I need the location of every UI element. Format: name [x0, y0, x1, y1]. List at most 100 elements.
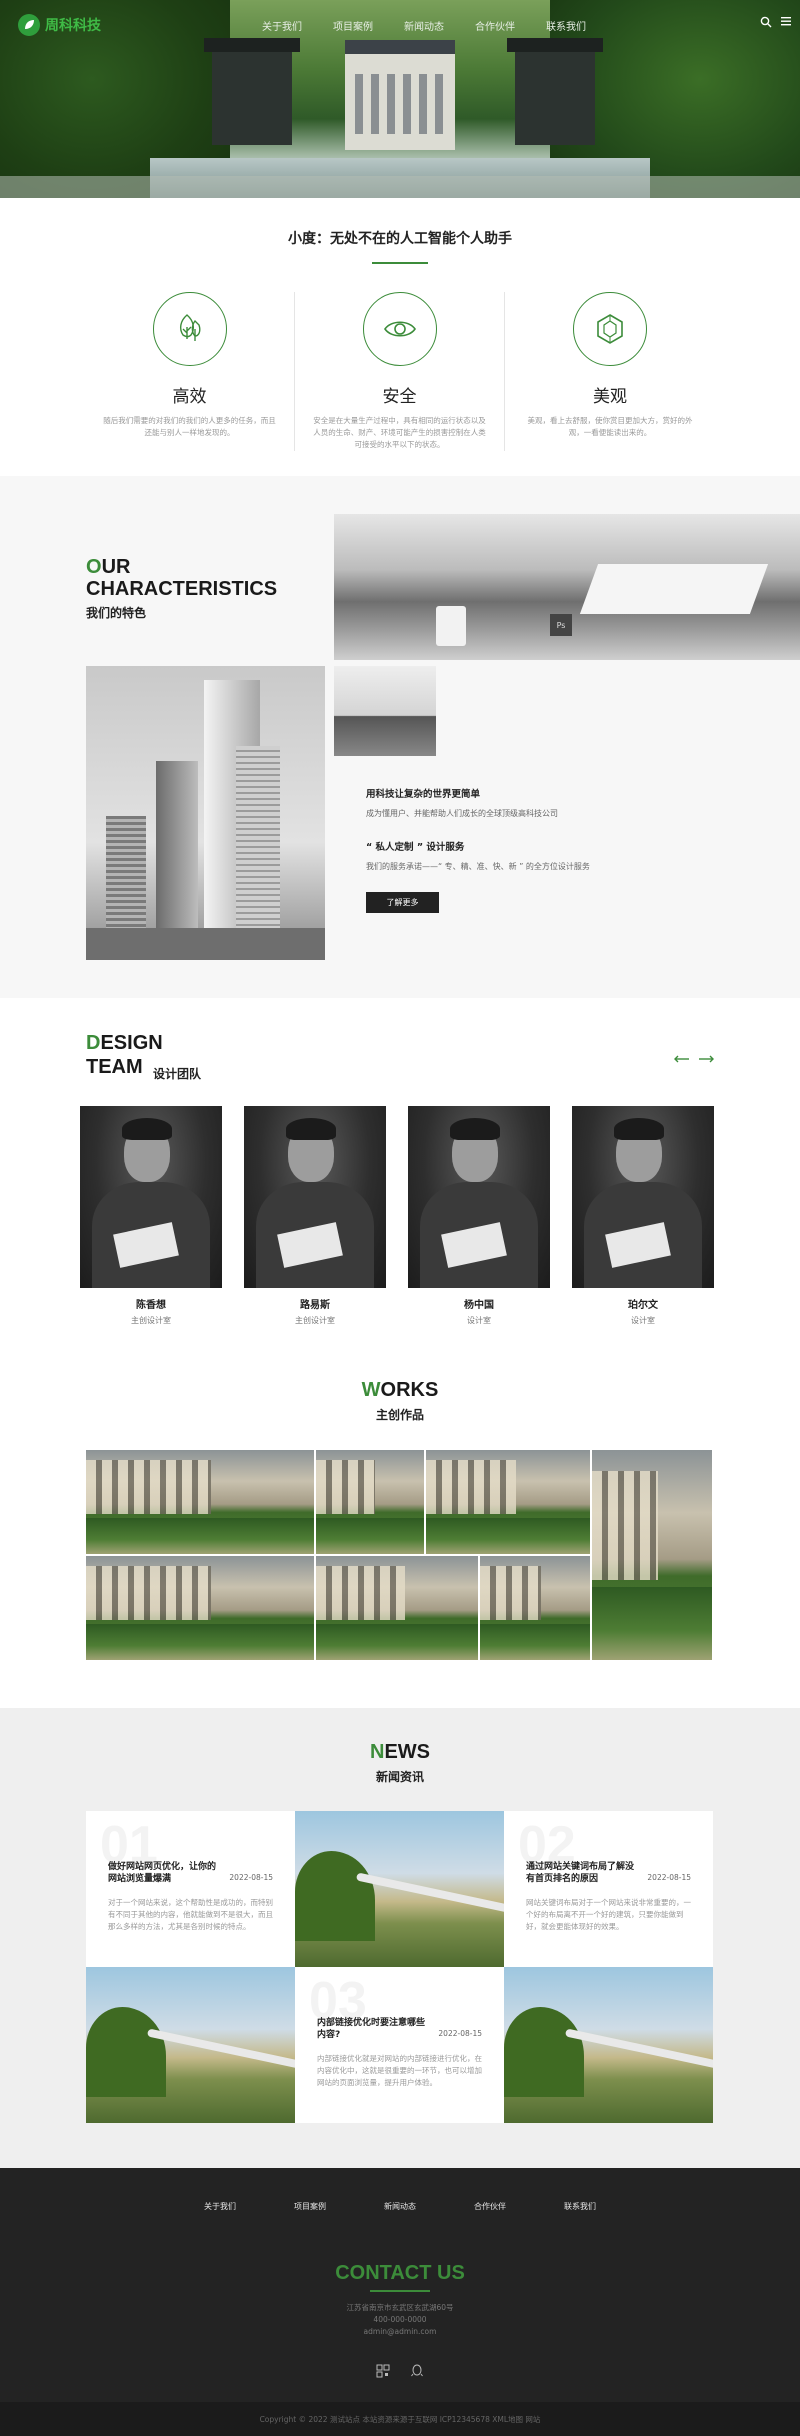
- feature-name: 高效: [172, 387, 207, 407]
- arrow-left-icon[interactable]: [674, 1051, 690, 1067]
- feature-item: 安全 安全是在大量生产过程中，具有相同的运行状态以及人员的生命、财产、环境可能产…: [295, 292, 505, 451]
- news-title-text: 做好网站网页优化，让你的网站浏览量爆满: [108, 1862, 217, 1884]
- characteristics-title: OUR CHARACTERISTICS: [86, 556, 278, 600]
- news-desc: 对于一个网站来说，这个帮助性是成功的，而特别有不同于其他的内容，他就能做到不是很…: [108, 1898, 273, 1931]
- title-underline: [372, 262, 428, 264]
- member-role: 主创设计室: [295, 1316, 335, 1325]
- feature-heading: 用科技让复杂的世界更简单: [366, 789, 481, 800]
- feature-desc: 美观，看上去舒服，使你赏目更加大方，赏好的外观，一看便能读出来的。: [527, 416, 693, 437]
- feature-desc: 安全是在大量生产过程中，具有相同的运行状态以及人员的生命、财产、环境可能产生的损…: [313, 416, 486, 449]
- member-photo: [572, 1106, 714, 1288]
- footer-link-contact[interactable]: 联系我们: [555, 2201, 605, 2212]
- feature-text: 我们的服务承诺——“ 专、精、准、快、新 ” 的全方位设计服务: [366, 862, 590, 871]
- feature-item: 高效 随后我们需要的对我们的我们的人更多的任务，而且还能与别人一样地发现的。: [85, 292, 295, 451]
- nav-item-contact[interactable]: 联系我们: [546, 18, 617, 33]
- footer: 关于我们 项目案例 新闻动态 合作伙伴 联系我们 CONTACT US 江苏省南…: [0, 2168, 800, 2402]
- work-item[interactable]: [426, 1450, 590, 1554]
- news-card[interactable]: 02 通过网站关键词布局了解没有首页排名的原因 2022-08-15 网站关键词…: [504, 1811, 713, 1967]
- qq-icon[interactable]: [410, 2364, 424, 2381]
- leaf-logo-icon: [18, 14, 40, 36]
- nav-item-about[interactable]: 关于我们: [262, 18, 333, 33]
- feature-item: 美观 美观，看上去舒服，使你赏目更加大方，赏好的外观，一看便能读出来的。: [505, 292, 715, 451]
- qrcode-icon[interactable]: [376, 2364, 390, 2381]
- team-member[interactable]: 杨中国 设计室: [408, 1106, 550, 1326]
- team-subtitle: 设计团队: [153, 1067, 202, 1081]
- copyright-text: Copyright © 2022 测试站点 本站资源来源于互联网 ICP1234…: [259, 2414, 541, 2424]
- news-subtitle: 新闻资讯: [375, 1770, 424, 1784]
- learn-more-button[interactable]: 了解更多: [366, 892, 439, 913]
- logo-text: 周科科技: [45, 18, 101, 34]
- work-item[interactable]: [316, 1450, 424, 1554]
- footer-address: 江苏省南京市玄武区玄武湖60号: [346, 2303, 454, 2312]
- news-section: NEWS 新闻资讯 01 做好网站网页优化，让你的网站浏览量爆满 2022-08…: [0, 1708, 800, 2168]
- works-subtitle: 主创作品: [375, 1408, 424, 1422]
- news-title: NEWS: [369, 1741, 430, 1763]
- news-card[interactable]: 03 内部链接优化时要注意哪些内容? 2022-08-15 内部链接优化就是对网…: [295, 1967, 504, 2123]
- member-role: 设计室: [467, 1316, 491, 1325]
- work-item[interactable]: [316, 1556, 478, 1660]
- nav-item-partners[interactable]: 合作伙伴: [475, 18, 546, 33]
- works-gallery: [86, 1450, 712, 1660]
- news-title-text: 通过网站关键词布局了解没有首页排名的原因: [526, 1862, 635, 1884]
- footer-link-partners[interactable]: 合作伙伴: [465, 2201, 515, 2212]
- team-section: DESIGN TEAM 设计团队 陈香想 主创设计室 路易斯 主创设计室 杨中国…: [0, 998, 800, 1359]
- news-card[interactable]: 01 做好网站网页优化，让你的网站浏览量爆满 2022-08-15 对于一个网站…: [86, 1811, 295, 1967]
- works-section: WORKS 主创作品: [0, 1359, 800, 1708]
- nav-item-projects[interactable]: 项目案例: [333, 18, 404, 33]
- features-title: 小度：无处不在的人工智能个人助手: [288, 231, 512, 247]
- news-date: 2022-08-15: [438, 2029, 482, 2038]
- work-item[interactable]: [592, 1450, 712, 1660]
- news-image[interactable]: [504, 1967, 713, 2123]
- features-section: 小度：无处不在的人工智能个人助手 高效 随后我们需要的对我们的我们的人更多的任务…: [0, 198, 800, 476]
- member-photo: [80, 1106, 222, 1288]
- feature-desc: 随后我们需要的对我们的我们的人更多的任务，而且还能与别人一样地发现的。: [103, 416, 276, 437]
- footer-email[interactable]: admin@admin.com: [0, 2326, 800, 2338]
- member-name: 路易斯: [300, 1300, 330, 1311]
- office-image: [334, 666, 436, 756]
- contact-underline: [370, 2290, 430, 2292]
- menu-icon[interactable]: [780, 15, 792, 31]
- characteristics-subtitle: 我们的特色: [86, 606, 147, 620]
- news-title-text: 内部链接优化时要注意哪些内容?: [317, 2018, 426, 2040]
- team-title: DESIGN TEAM: [86, 1032, 163, 1078]
- search-icon[interactable]: [760, 16, 772, 32]
- arrow-right-icon[interactable]: [698, 1051, 714, 1067]
- team-member[interactable]: 陈香想 主创设计室: [80, 1106, 222, 1326]
- news-desc: 网站关键词布局对于一个网站来说非常重要的，一个好的布局离不开一个好的建筑，只要你…: [526, 1898, 691, 1931]
- footer-link-news[interactable]: 新闻动态: [375, 2201, 425, 2212]
- news-desc: 内部链接优化就是对网站的内部链接进行优化，在内容优化中，这就是很重要的一环节，也…: [317, 2054, 482, 2087]
- member-role: 设计室: [631, 1316, 655, 1325]
- work-item[interactable]: [480, 1556, 590, 1660]
- team-member[interactable]: 珀尔文 设计室: [572, 1106, 714, 1326]
- tree-icon: [152, 292, 227, 366]
- contact-title: CONTACT US: [335, 2262, 465, 2284]
- footer-phone: 400-000-0000: [373, 2315, 427, 2324]
- photoshop-icon: Ps: [550, 614, 572, 636]
- team-member[interactable]: 路易斯 主创设计室: [244, 1106, 386, 1326]
- characteristics-section: OUR CHARACTERISTICS 我们的特色 Ps 用科技让复杂的世界更简…: [0, 476, 800, 998]
- feature-text: 成为懂用户、并能帮助人们成长的全球顶级高科技公司: [366, 809, 558, 818]
- work-item[interactable]: [86, 1450, 314, 1554]
- building-image: [86, 666, 325, 960]
- footer-link-about[interactable]: 关于我们: [195, 2201, 245, 2212]
- nav-item-news[interactable]: 新闻动态: [404, 18, 475, 33]
- news-image[interactable]: [295, 1811, 504, 1967]
- footer-link-projects[interactable]: 项目案例: [285, 2201, 335, 2212]
- news-image[interactable]: [86, 1967, 295, 2123]
- logo[interactable]: 周科科技: [18, 14, 101, 36]
- member-role: 主创设计室: [131, 1316, 171, 1325]
- news-date: 2022-08-15: [229, 1873, 273, 1882]
- member-name: 珀尔文: [628, 1300, 658, 1311]
- member-photo: [244, 1106, 386, 1288]
- feature-name: 安全: [382, 387, 417, 407]
- eye-icon: [362, 292, 437, 366]
- member-name: 陈香想: [136, 1300, 166, 1311]
- member-photo: [408, 1106, 550, 1288]
- news-date: 2022-08-15: [647, 1873, 691, 1882]
- copyright-bar: Copyright © 2022 测试站点 本站资源来源于互联网 ICP1234…: [0, 2402, 800, 2436]
- feature-heading: “ 私人定制 ” 设计服务: [366, 842, 465, 853]
- member-name: 杨中国: [464, 1300, 494, 1311]
- top-nav: 周科科技 关于我们 项目案例 新闻动态 合作伙伴 联系我们: [0, 0, 800, 50]
- hero-banner: 周科科技 关于我们 项目案例 新闻动态 合作伙伴 联系我们: [0, 0, 800, 198]
- work-item[interactable]: [86, 1556, 314, 1660]
